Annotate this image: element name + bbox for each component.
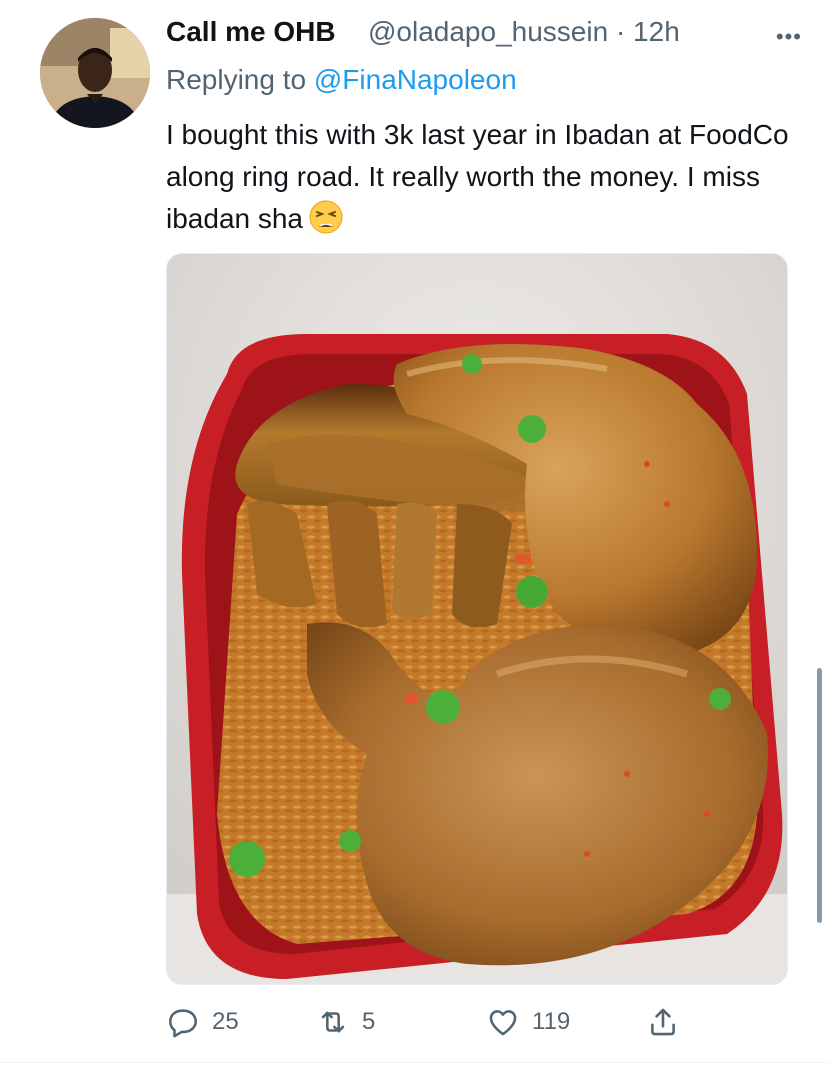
replying-to-label: Replying to <box>166 64 314 95</box>
avatar-image <box>40 18 150 128</box>
tweet-photo[interactable] <box>166 253 788 985</box>
avatar[interactable] <box>40 18 150 128</box>
divider <box>0 1062 828 1063</box>
reply-button[interactable]: 25 <box>166 1002 239 1042</box>
scrollbar[interactable] <box>817 668 822 923</box>
retweet-icon <box>321 1011 345 1033</box>
like-count: 119 <box>532 1008 571 1035</box>
share-button[interactable] <box>646 1002 680 1042</box>
tweet-text: I bought this with 3k last year in Ibada… <box>166 114 796 246</box>
retweet-button[interactable]: 5 <box>316 1002 375 1042</box>
replying-to: Replying to @FinaNapoleon <box>166 64 517 96</box>
display-name[interactable]: Call me OHB <box>166 16 336 48</box>
like-button[interactable]: 119 <box>486 1002 570 1042</box>
reply-count: 25 <box>212 1008 239 1035</box>
weary-face-icon <box>309 200 343 246</box>
food-photo-image <box>167 254 787 984</box>
reply-mention-link[interactable]: @FinaNapoleon <box>314 64 517 95</box>
reply-icon <box>168 1009 198 1038</box>
more-options-button[interactable]: ••• <box>776 26 802 48</box>
retweet-count: 5 <box>362 1008 376 1035</box>
tweet-actions: 25 5 119 <box>166 1002 786 1042</box>
heart-icon <box>489 1010 517 1036</box>
tweet-body: I bought this with 3k last year in Ibada… <box>166 119 789 234</box>
tweet-header: Call me OHB @oladapo_hussein · 12h ••• <box>166 14 808 54</box>
handle-and-time[interactable]: @oladapo_hussein · 12h <box>368 16 680 48</box>
share-icon <box>651 1008 675 1036</box>
